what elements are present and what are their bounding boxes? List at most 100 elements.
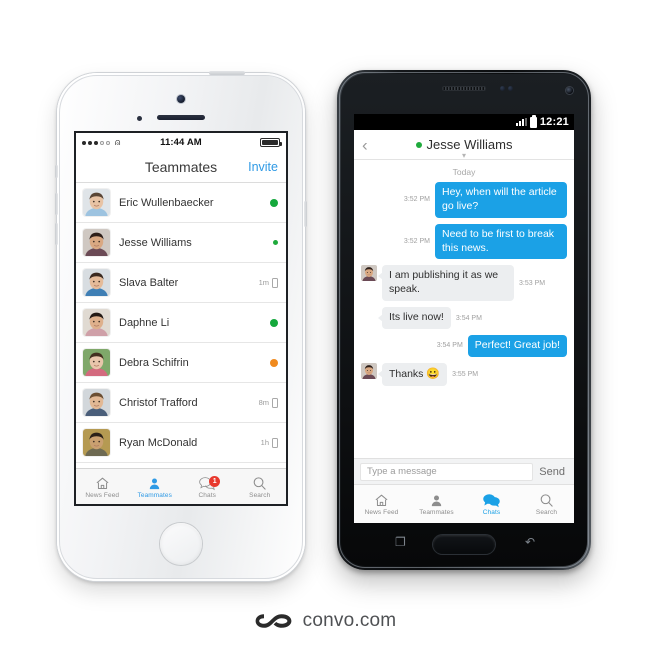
last-seen-time: 1m <box>258 278 269 287</box>
teammate-row[interactable]: Daphne Li <box>76 303 286 343</box>
last-seen-time: 1h <box>260 438 269 447</box>
proximity-sensor-icon <box>137 116 142 121</box>
message-row: Its live now! 3:54 PM <box>361 307 567 330</box>
send-button[interactable]: Send <box>539 466 568 478</box>
avatar <box>83 189 110 216</box>
person-icon <box>429 492 444 508</box>
iphone-volume-up-button[interactable] <box>55 193 58 215</box>
message-time: 3:54 PM <box>436 342 463 350</box>
message-input[interactable]: Type a message <box>360 462 534 481</box>
message-list: 3:52 PM Hey, when will the article go li… <box>361 182 567 386</box>
avatar <box>83 309 110 336</box>
tab-teammates[interactable]: Teammates <box>409 492 464 516</box>
front-camera-icon <box>566 87 573 94</box>
presence-dot <box>273 240 278 245</box>
signal-bars-icon <box>515 118 527 126</box>
message-composer[interactable]: Type a message Send <box>354 458 574 484</box>
ios-navigation-bar: Teammates Invite <box>76 152 286 183</box>
teammate-name: Jesse Williams <box>119 236 192 249</box>
tab-label: News Feed <box>364 509 399 516</box>
tab-label: News Feed <box>85 491 120 499</box>
avatar <box>83 269 110 296</box>
iphone-volume-down-button[interactable] <box>55 223 58 245</box>
tab-teammates[interactable]: Teammates <box>129 475 182 499</box>
light-sensor-icon <box>508 86 513 91</box>
avatar <box>83 229 110 256</box>
home-icon <box>374 492 389 508</box>
iphone-device: ⍝ 11:44 AM Teammates Invite Eric Wullenb… <box>55 71 307 581</box>
iphone-screen: ⍝ 11:44 AM Teammates Invite Eric Wullenb… <box>76 133 286 504</box>
iphone-power-button[interactable] <box>209 71 245 75</box>
message-time: 3:52 PM <box>403 238 430 246</box>
back-arrow-icon[interactable]: ↶ <box>525 536 535 548</box>
earpiece-speaker-icon <box>442 86 486 91</box>
avatar <box>83 349 110 376</box>
message-row: 3:54 PM Perfect! Great job! <box>361 335 567 357</box>
message-time: 3:53 PM <box>519 279 546 287</box>
message-row: Thanks 😀 3:55 PM <box>361 362 567 386</box>
earpiece-speaker-icon <box>157 115 205 120</box>
tab-chats[interactable]: Chats <box>464 492 519 516</box>
avatar <box>83 389 110 416</box>
message-row: 3:52 PM Need to be first to break this n… <box>361 223 567 260</box>
chat-title: Jesse Williams <box>426 137 513 152</box>
brand-logo: convo.com <box>0 610 650 632</box>
chevron-down-icon[interactable]: ▾ <box>462 152 466 160</box>
last-seen-time: 8m <box>258 398 269 407</box>
brand-name: convo.com <box>302 610 397 631</box>
tab-label: Teammates <box>419 509 454 516</box>
mobile-icon <box>272 277 278 288</box>
tab-news-feed[interactable]: News Feed <box>354 492 409 516</box>
message-bubble: I am publishing it as we speak. <box>378 265 514 302</box>
android-device: ❐ ↶ 12:21 ‹ Jesse Williams ▾ Today 3:52 … <box>337 70 591 570</box>
iphone-home-button[interactable] <box>160 523 202 565</box>
day-separator: Today <box>452 167 476 177</box>
android-tab-bar[interactable]: News Feed Teammates Chats Search <box>354 484 574 523</box>
page-title: Teammates <box>144 159 218 175</box>
recent-apps-icon[interactable]: ❐ <box>395 536 406 548</box>
teammate-row[interactable]: Debra Schifrin <box>76 343 286 383</box>
chat-bubbles-icon <box>483 492 500 508</box>
presence-dot <box>270 198 278 207</box>
android-home-key[interactable] <box>433 535 495 554</box>
tab-chats[interactable]: Chats 1 <box>181 475 234 499</box>
battery-full-icon <box>260 138 282 147</box>
message-time: 3:52 PM <box>403 196 430 204</box>
tab-label: Search <box>249 491 271 499</box>
avatar <box>83 429 110 456</box>
tab-label: Teammates <box>137 491 172 499</box>
ios-status-bar: ⍝ 11:44 AM <box>76 133 286 152</box>
teammate-row[interactable]: Slava Balter 1m <box>76 263 286 303</box>
teammate-row[interactable]: Christof Trafford 8m <box>76 383 286 423</box>
teammate-row[interactable]: Eric Wullenbaecker <box>76 183 286 223</box>
android-status-time: 12:21 <box>539 116 569 128</box>
teammate-row[interactable]: Jesse Williams <box>76 223 286 263</box>
tab-search[interactable]: Search <box>519 492 574 516</box>
teammates-list[interactable]: Eric Wullenbaecker Jesse Williams Slava … <box>76 183 286 468</box>
chat-thread[interactable]: Today 3:52 PM Hey, when will the article… <box>354 160 574 465</box>
battery-icon <box>529 114 537 128</box>
proximity-sensor-icon <box>500 86 505 91</box>
presence-dot <box>270 318 278 327</box>
android-status-bar: 12:21 <box>354 114 574 130</box>
teammate-name: Debra Schifrin <box>119 356 189 369</box>
presence-dot <box>270 358 278 367</box>
tab-label: Chats <box>198 491 216 499</box>
tab-label: Chats <box>482 509 501 516</box>
emoji-icon: 😀 <box>426 367 441 380</box>
chevron-left-icon[interactable]: ‹ <box>362 136 368 153</box>
invite-button[interactable]: Invite <box>248 160 278 174</box>
tab-label: Search <box>535 509 558 516</box>
iphone-mute-switch[interactable] <box>55 165 58 178</box>
home-icon <box>95 475 110 491</box>
ios-tab-bar[interactable]: News Feed Teammates Chats 1 Search <box>76 468 286 504</box>
front-camera-icon <box>177 95 185 103</box>
tab-news-feed[interactable]: News Feed <box>76 475 129 499</box>
tab-search[interactable]: Search <box>234 475 287 499</box>
unread-badge: 1 <box>209 475 221 487</box>
teammate-name: Christof Trafford <box>119 396 198 409</box>
teammate-row[interactable]: Ryan McDonald 1h <box>76 423 286 463</box>
person-icon <box>147 475 162 491</box>
message-bubble: Need to be first to break this news. <box>435 223 567 260</box>
magnifier-icon <box>539 492 554 508</box>
